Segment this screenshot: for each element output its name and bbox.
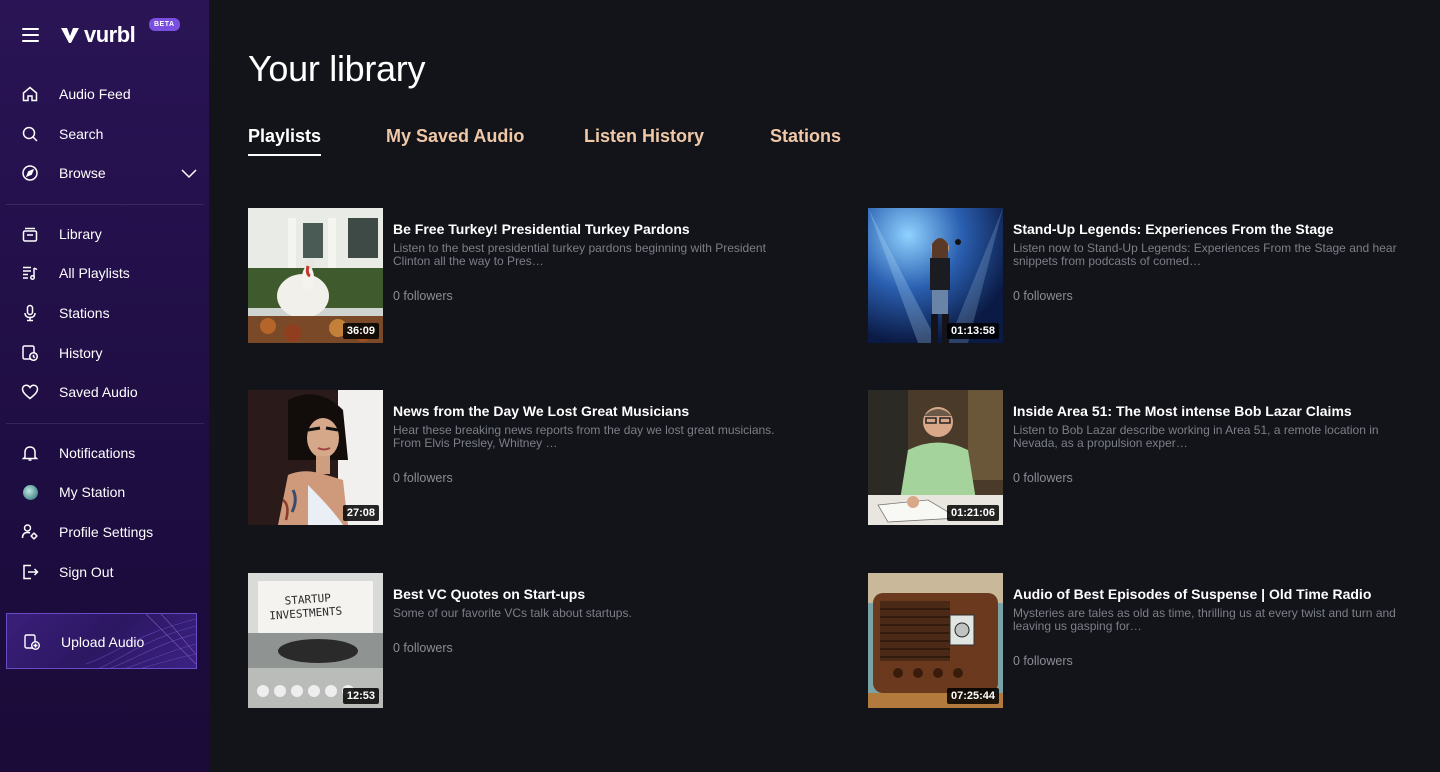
playlist-description: Listen now to Stand-Up Legends: Experien… xyxy=(1013,241,1397,268)
playlist-thumbnail[interactable]: 36:09 xyxy=(248,208,383,343)
sidebar-item-label: Stations xyxy=(59,305,110,321)
sidebar-item-profile-settings[interactable]: Profile Settings xyxy=(0,514,209,550)
station-avatar-icon xyxy=(21,483,39,501)
playlist-followers: 0 followers xyxy=(393,471,453,485)
playlist-description: Hear these breaking news reports from th… xyxy=(393,423,775,450)
page-title: Your library xyxy=(248,48,426,89)
search-icon xyxy=(21,125,39,143)
active-tab-indicator xyxy=(248,154,321,156)
tab-listen-history[interactable]: Listen History xyxy=(584,126,704,147)
sidebar-item-history[interactable]: History xyxy=(0,335,209,371)
sidebar-item-label: Notifications xyxy=(59,445,136,461)
sidebar-item-library[interactable]: Library xyxy=(0,216,209,252)
sidebar-item-label: Sign Out xyxy=(59,564,114,580)
sidebar-item-label: Saved Audio xyxy=(59,384,138,400)
sidebar-item-notifications[interactable]: Notifications xyxy=(0,435,209,471)
microphone-icon xyxy=(21,304,39,322)
sidebar-item-label: All Playlists xyxy=(59,265,130,281)
sidebar-item-label: My Station xyxy=(59,484,126,500)
bell-icon xyxy=(21,444,39,462)
playlist-card[interactable]: STARTUP INVESTMENTS 12:53 Best VC Quotes… xyxy=(248,573,788,708)
playlist-title[interactable]: News from the Day We Lost Great Musician… xyxy=(393,403,689,419)
vurbl-logo[interactable]: vurbl xyxy=(60,22,136,48)
sidebar-item-label: History xyxy=(59,345,103,361)
playlist-followers: 0 followers xyxy=(393,641,453,655)
playlist-description: Mysteries are tales as old as time, thri… xyxy=(1013,606,1396,633)
sidebar-item-label: Profile Settings xyxy=(59,524,154,540)
playlist-title[interactable]: Be Free Turkey! Presidential Turkey Pard… xyxy=(393,221,690,237)
playlist-card[interactable]: 07:25:44 Audio of Best Episodes of Suspe… xyxy=(868,573,1408,708)
compass-icon xyxy=(21,164,39,182)
playlist-followers: 0 followers xyxy=(1013,289,1073,303)
sidebar: vurbl BETA Audio Feed Search Browse Libr… xyxy=(0,0,209,772)
duration-badge: 36:09 xyxy=(342,323,379,339)
home-icon xyxy=(21,85,39,103)
duration-badge: 07:25:44 xyxy=(946,688,999,704)
playlist-card[interactable]: 36:09 Be Free Turkey! Presidential Turke… xyxy=(248,208,788,343)
upload-audio-label: Upload Audio xyxy=(61,634,145,650)
playlist-card[interactable]: 01:21:06 Inside Area 51: The Most intens… xyxy=(868,390,1408,525)
playlist-followers: 0 followers xyxy=(1013,471,1073,485)
tab-stations[interactable]: Stations xyxy=(770,126,841,147)
history-icon xyxy=(21,344,39,362)
sidebar-header: vurbl BETA xyxy=(0,0,209,72)
duration-badge: 27:08 xyxy=(342,505,379,521)
sidebar-divider xyxy=(6,204,204,205)
duration-badge: 12:53 xyxy=(342,688,379,704)
playlist-followers: 0 followers xyxy=(393,289,453,303)
sidebar-item-search[interactable]: Search xyxy=(0,116,209,152)
beta-badge: BETA xyxy=(149,18,180,31)
playlist-icon xyxy=(21,264,39,282)
playlist-card[interactable]: 27:08 News from the Day We Lost Great Mu… xyxy=(248,390,788,525)
playlist-thumbnail[interactable]: 27:08 xyxy=(248,390,383,525)
upload-audio-button[interactable]: Upload Audio xyxy=(6,613,197,669)
playlist-followers: 0 followers xyxy=(1013,654,1073,668)
duration-badge: 01:13:58 xyxy=(946,323,999,339)
playlist-title[interactable]: Inside Area 51: The Most intense Bob Laz… xyxy=(1013,403,1352,419)
sidebar-item-label: Search xyxy=(59,126,104,142)
sidebar-item-saved-audio[interactable]: Saved Audio xyxy=(0,374,209,410)
vurbl-logo-icon xyxy=(61,28,79,43)
playlist-description: Listen to the best presidential turkey p… xyxy=(393,241,766,268)
playlist-title[interactable]: Stand-Up Legends: Experiences From the S… xyxy=(1013,221,1334,237)
sidebar-item-my-station[interactable]: My Station xyxy=(0,474,209,510)
sign-out-icon xyxy=(21,563,39,581)
sidebar-item-browse[interactable]: Browse xyxy=(0,155,209,191)
sidebar-item-label: Library xyxy=(59,226,102,242)
playlist-description: Some of our favorite VCs talk about star… xyxy=(393,606,632,620)
playlist-thumbnail[interactable]: 07:25:44 xyxy=(868,573,1003,708)
user-settings-icon xyxy=(21,523,39,541)
logo-text: vurbl xyxy=(84,22,136,47)
sidebar-item-all-playlists[interactable]: All Playlists xyxy=(0,255,209,291)
sidebar-item-label: Browse xyxy=(59,165,106,181)
sidebar-item-label: Audio Feed xyxy=(59,86,131,102)
sidebar-item-stations[interactable]: Stations xyxy=(0,295,209,331)
sidebar-item-audio-feed[interactable]: Audio Feed xyxy=(0,76,209,112)
upload-icon xyxy=(24,634,40,650)
playlist-thumbnail[interactable]: STARTUP INVESTMENTS 12:53 xyxy=(248,573,383,708)
playlist-title[interactable]: Audio of Best Episodes of Suspense | Old… xyxy=(1013,586,1371,602)
playlist-title[interactable]: Best VC Quotes on Start-ups xyxy=(393,586,585,602)
tab-playlists[interactable]: Playlists xyxy=(248,126,321,147)
playlist-card[interactable]: 01:13:58 Stand-Up Legends: Experiences F… xyxy=(868,208,1408,343)
heart-icon xyxy=(21,383,39,401)
duration-badge: 01:21:06 xyxy=(946,505,999,521)
tab-my-saved-audio[interactable]: My Saved Audio xyxy=(386,126,524,147)
chevron-down-icon[interactable] xyxy=(180,164,198,182)
sidebar-item-sign-out[interactable]: Sign Out xyxy=(0,554,209,590)
playlist-description: Listen to Bob Lazar describe working in … xyxy=(1013,423,1379,450)
playlist-thumbnail[interactable]: 01:13:58 xyxy=(868,208,1003,343)
playlist-thumbnail[interactable]: 01:21:06 xyxy=(868,390,1003,525)
sidebar-divider xyxy=(6,423,204,424)
library-icon xyxy=(21,225,39,243)
menu-icon[interactable] xyxy=(22,28,39,42)
